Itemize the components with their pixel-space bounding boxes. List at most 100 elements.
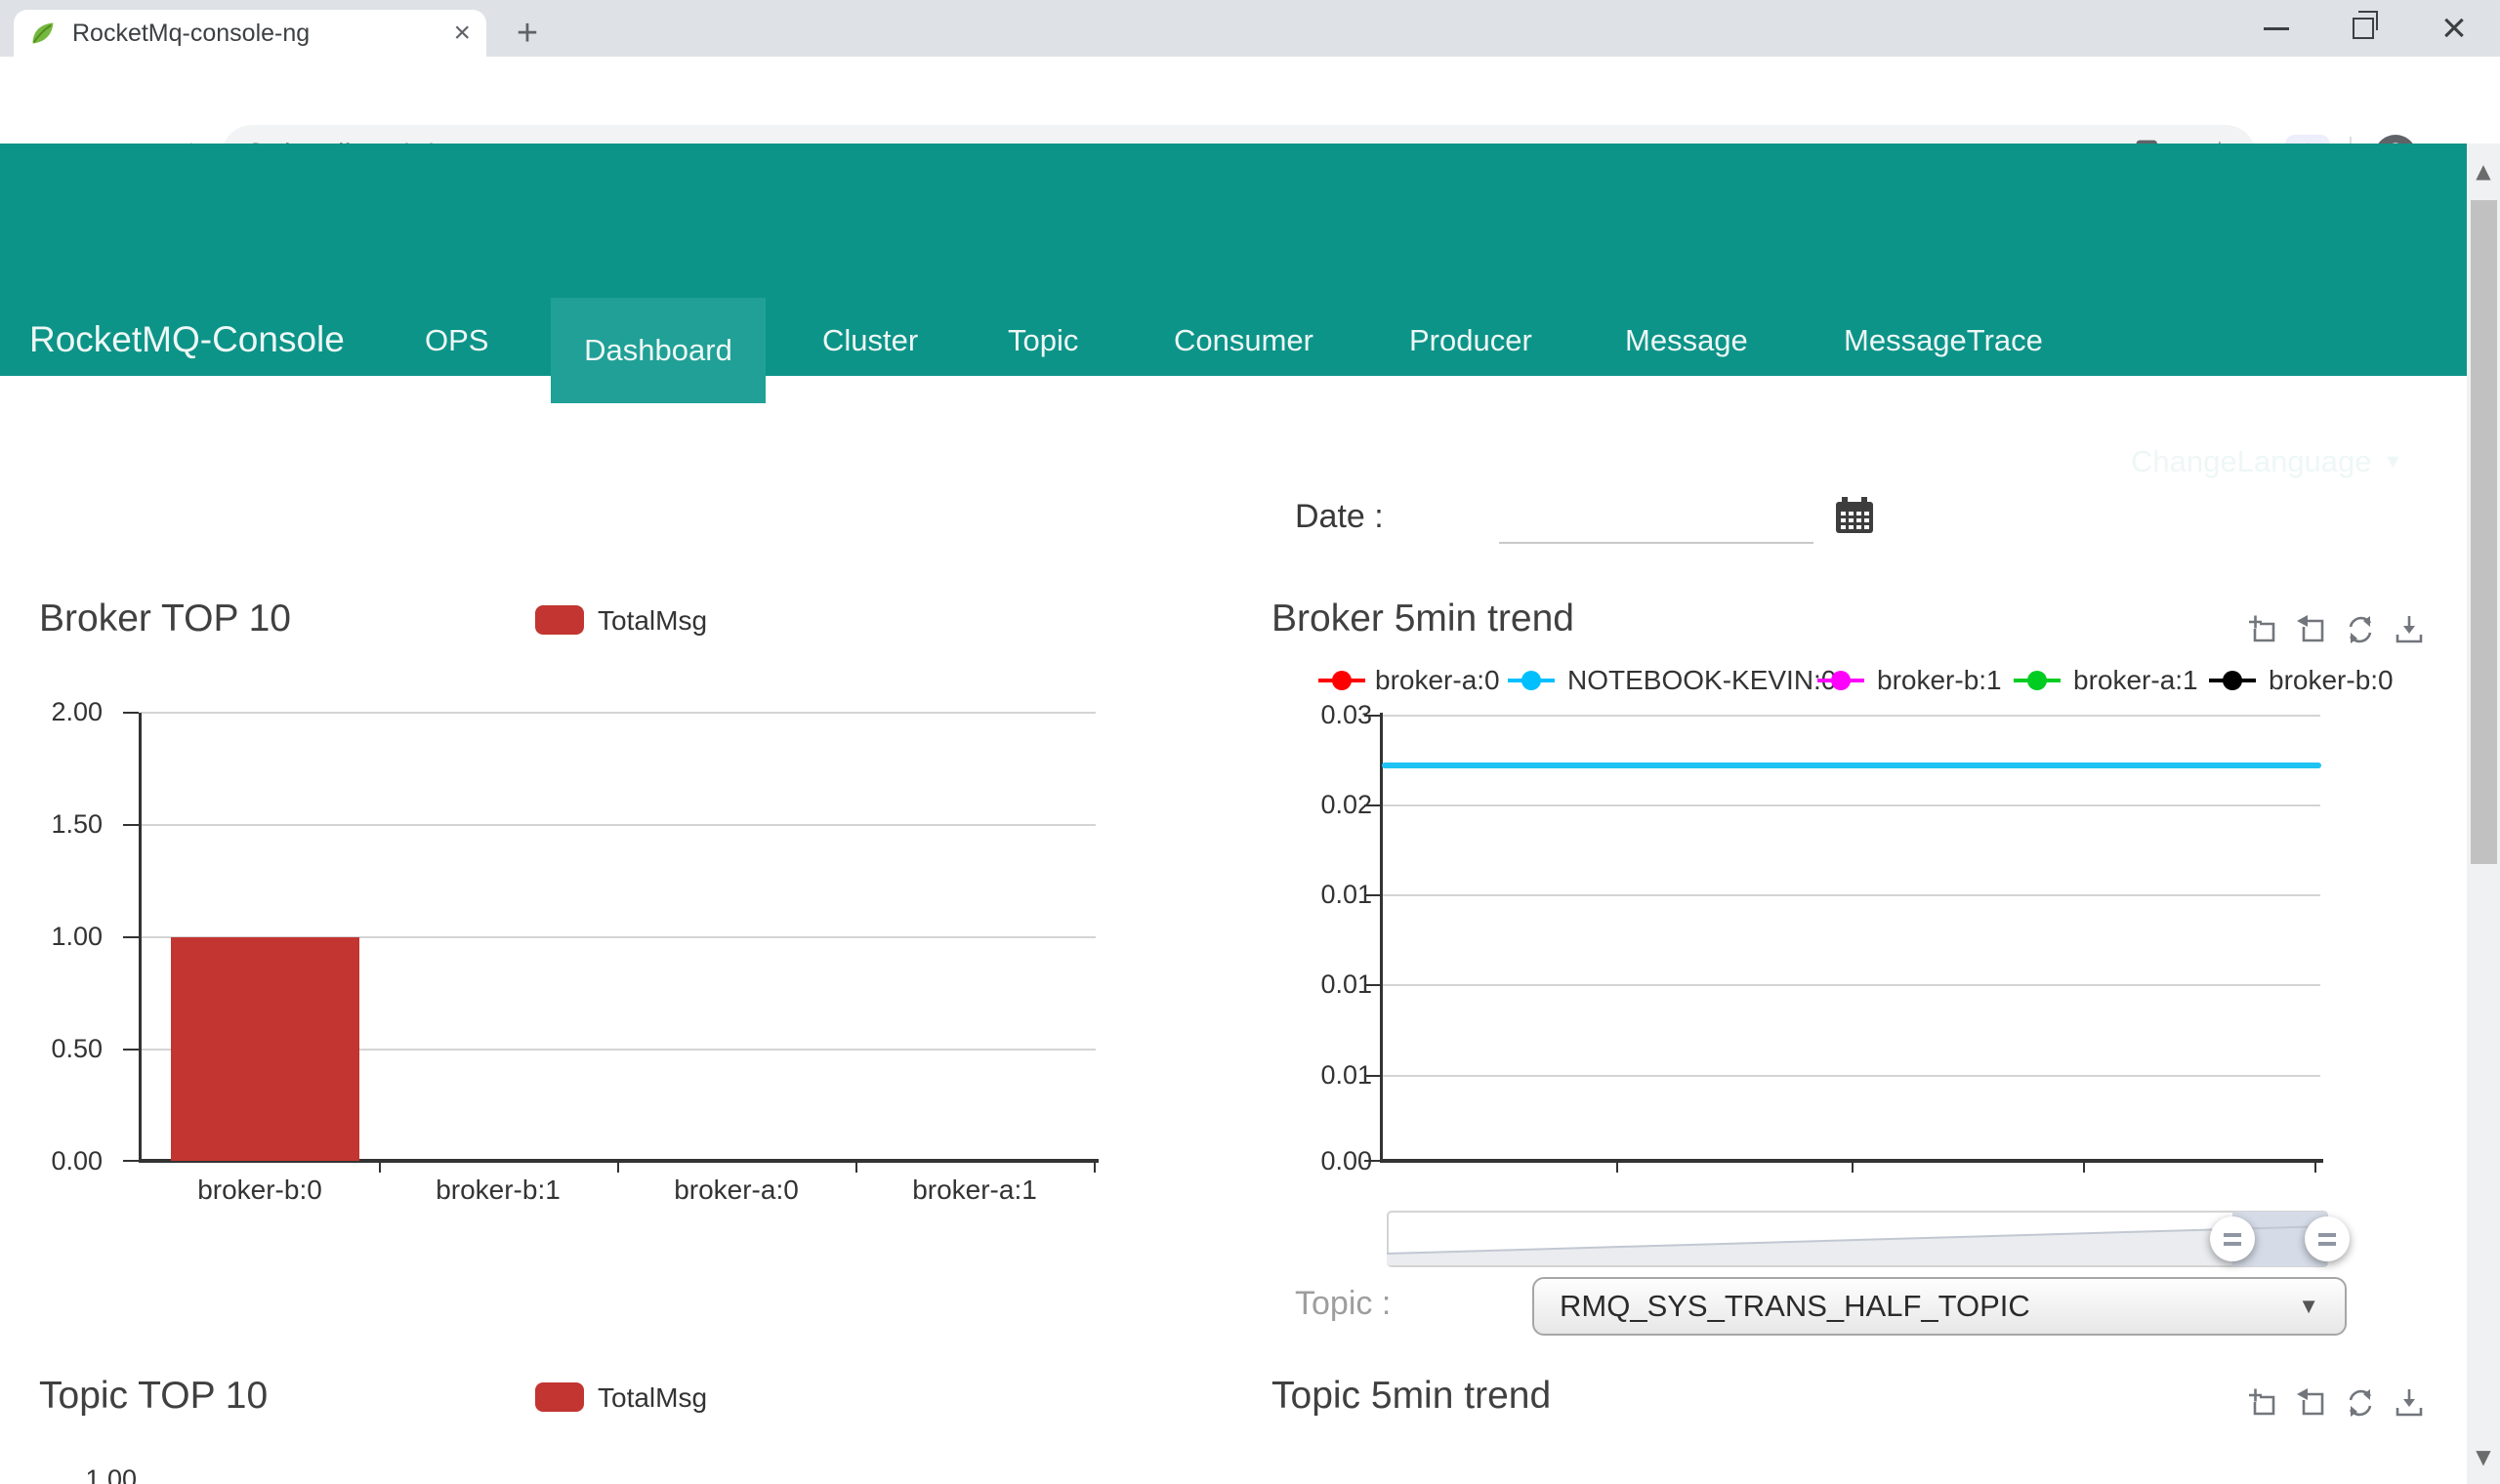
tab-title: RocketMq-console-ng	[72, 19, 311, 47]
gridline	[141, 712, 1096, 714]
y-tick	[123, 1160, 139, 1162]
datazoom-icon[interactable]	[2246, 1386, 2279, 1424]
refresh-icon[interactable]	[2344, 613, 2377, 651]
download-icon[interactable]	[2393, 1386, 2426, 1424]
select-caret-icon: ▼	[2298, 1294, 2319, 1318]
date-label: Date :	[1295, 498, 1384, 535]
series-line-notebook-kevin0	[1382, 763, 2321, 768]
y-tick	[123, 712, 139, 714]
totalmsg-legend-swatch[interactable]	[535, 605, 584, 635]
datazoom-slider[interactable]	[1386, 1211, 2329, 1272]
ytick: 1.50	[51, 809, 103, 839]
leaf-favicon-icon	[29, 20, 57, 47]
x-tick	[1094, 1163, 1096, 1173]
window-close-button[interactable]: ×	[2415, 0, 2493, 57]
nav-item-consumer[interactable]: Consumer	[1174, 323, 1313, 358]
brand-title[interactable]: RocketMQ-Console	[29, 319, 345, 360]
datazoom-handle-left[interactable]	[2210, 1216, 2255, 1261]
x-tick	[855, 1163, 857, 1173]
y-tick	[1364, 715, 1380, 717]
tab-close-icon[interactable]: ×	[453, 19, 471, 48]
xtick-label: broker-a:0	[674, 1175, 799, 1205]
scrollbar-down-button[interactable]: ▼	[2467, 1429, 2500, 1484]
x-tick	[1616, 1163, 1618, 1173]
y-tick	[123, 824, 139, 826]
ytick: 0.00	[1320, 1146, 1372, 1175]
change-language-dropdown[interactable]: ChangeLanguage ▼	[2131, 444, 2402, 479]
gridline	[141, 824, 1096, 826]
broker-trend-title: Broker 5min trend	[1271, 598, 1574, 639]
ytick: 0.00	[51, 1146, 103, 1175]
x-tick	[617, 1163, 619, 1173]
change-language-label: ChangeLanguage	[2131, 444, 2372, 478]
y-tick	[123, 936, 139, 938]
scrollbar-thumb[interactable]	[2471, 200, 2497, 864]
legend-label[interactable]: broker-a:0	[1375, 665, 1500, 696]
gridline	[1382, 804, 2320, 806]
download-icon[interactable]	[2393, 613, 2426, 651]
gridline	[1382, 1075, 2320, 1077]
date-input[interactable]	[1499, 503, 1813, 544]
y-axis	[139, 713, 142, 1162]
x-tick	[1852, 1163, 1854, 1173]
legend-dot-broker-b0	[2223, 671, 2242, 690]
x-tick	[2083, 1163, 2085, 1173]
datazoom-handle-right[interactable]	[2305, 1216, 2350, 1261]
nav-item-topic[interactable]: Topic	[1008, 323, 1078, 358]
legend-label[interactable]: broker-b:0	[2269, 665, 2394, 696]
xtick-label: broker-b:0	[197, 1175, 322, 1205]
totalmsg-legend-swatch[interactable]	[535, 1382, 584, 1412]
window-restore-button[interactable]	[2324, 0, 2402, 57]
totalmsg-legend-label[interactable]: TotalMsg	[598, 1382, 707, 1414]
legend-label[interactable]: broker-b:1	[1877, 665, 2002, 696]
datazoom-icon[interactable]	[2246, 613, 2279, 651]
new-tab-button[interactable]: +	[508, 13, 547, 54]
ytick: 0.01	[1320, 1060, 1372, 1090]
nav-item-producer[interactable]: Producer	[1409, 323, 1532, 358]
topic-top10-title: Topic TOP 10	[39, 1375, 269, 1417]
nav-item-dashboard[interactable]: Dashboard	[551, 298, 766, 403]
nav-item-cluster[interactable]: Cluster	[822, 323, 918, 358]
nav-item-message[interactable]: Message	[1625, 323, 1748, 358]
y-tick	[1364, 1160, 1380, 1162]
ytick: 0.02	[1320, 790, 1372, 819]
scrollbar-up-button[interactable]: ▲	[2467, 144, 2500, 198]
nav-item-ops[interactable]: OPS	[425, 323, 488, 358]
browser-window: RocketMq-console-ng × + × ← → localhost/…	[0, 0, 2500, 1484]
refresh-icon[interactable]	[2344, 1386, 2377, 1424]
legend-dot-broker-b1	[1831, 671, 1851, 690]
gridline	[1382, 715, 2320, 717]
browser-tab[interactable]: RocketMq-console-ng ×	[14, 10, 486, 57]
gridline	[1382, 984, 2320, 986]
topic-select-value: RMQ_SYS_TRANS_HALF_TOPIC	[1560, 1289, 2030, 1323]
y-tick	[123, 1049, 139, 1051]
y-tick	[1364, 804, 1380, 806]
calendar-icon[interactable]	[1835, 497, 1874, 539]
restore-chart-icon[interactable]	[2295, 1386, 2328, 1424]
browser-toolbar: ← → localhost/#/ G ☆ ⋮	[0, 57, 2500, 186]
topic-select[interactable]: RMQ_SYS_TRANS_HALF_TOPIC ▼	[1532, 1277, 2347, 1336]
y-axis	[1380, 713, 1383, 1162]
totalmsg-legend-label[interactable]: TotalMsg	[598, 605, 707, 637]
window-minimize-button[interactable]	[2237, 0, 2315, 57]
xtick-label: broker-b:1	[436, 1175, 561, 1205]
ytick: 0.03	[1320, 700, 1372, 729]
legend-dot-notebook-kevin0	[1521, 671, 1541, 690]
ytick: 1.00	[51, 922, 103, 951]
y-tick	[1364, 984, 1380, 986]
ytick: 0.01	[1320, 880, 1372, 909]
restore-icon	[2353, 11, 2378, 39]
nav-item-messagetrace[interactable]: MessageTrace	[1844, 323, 2043, 358]
legend-label[interactable]: broker-a:1	[2073, 665, 2198, 696]
legend-dot-broker-a1	[2027, 671, 2047, 690]
topic-trend-title: Topic 5min trend	[1271, 1375, 1552, 1417]
legend-label[interactable]: NOTEBOOK-KEVIN:0	[1567, 665, 1836, 696]
gridline	[1382, 894, 2320, 896]
app-navbar: RocketMQ-Console OPS Dashboard Cluster T…	[0, 144, 2467, 478]
broker-top10-title: Broker TOP 10	[39, 598, 291, 639]
restore-chart-icon[interactable]	[2295, 613, 2328, 651]
y-tick	[1364, 894, 1380, 896]
ytick-partial: 1.00	[85, 1464, 137, 1484]
topic-label: Topic :	[1295, 1285, 1392, 1322]
browser-titlebar: RocketMq-console-ng × + ×	[0, 0, 2500, 57]
